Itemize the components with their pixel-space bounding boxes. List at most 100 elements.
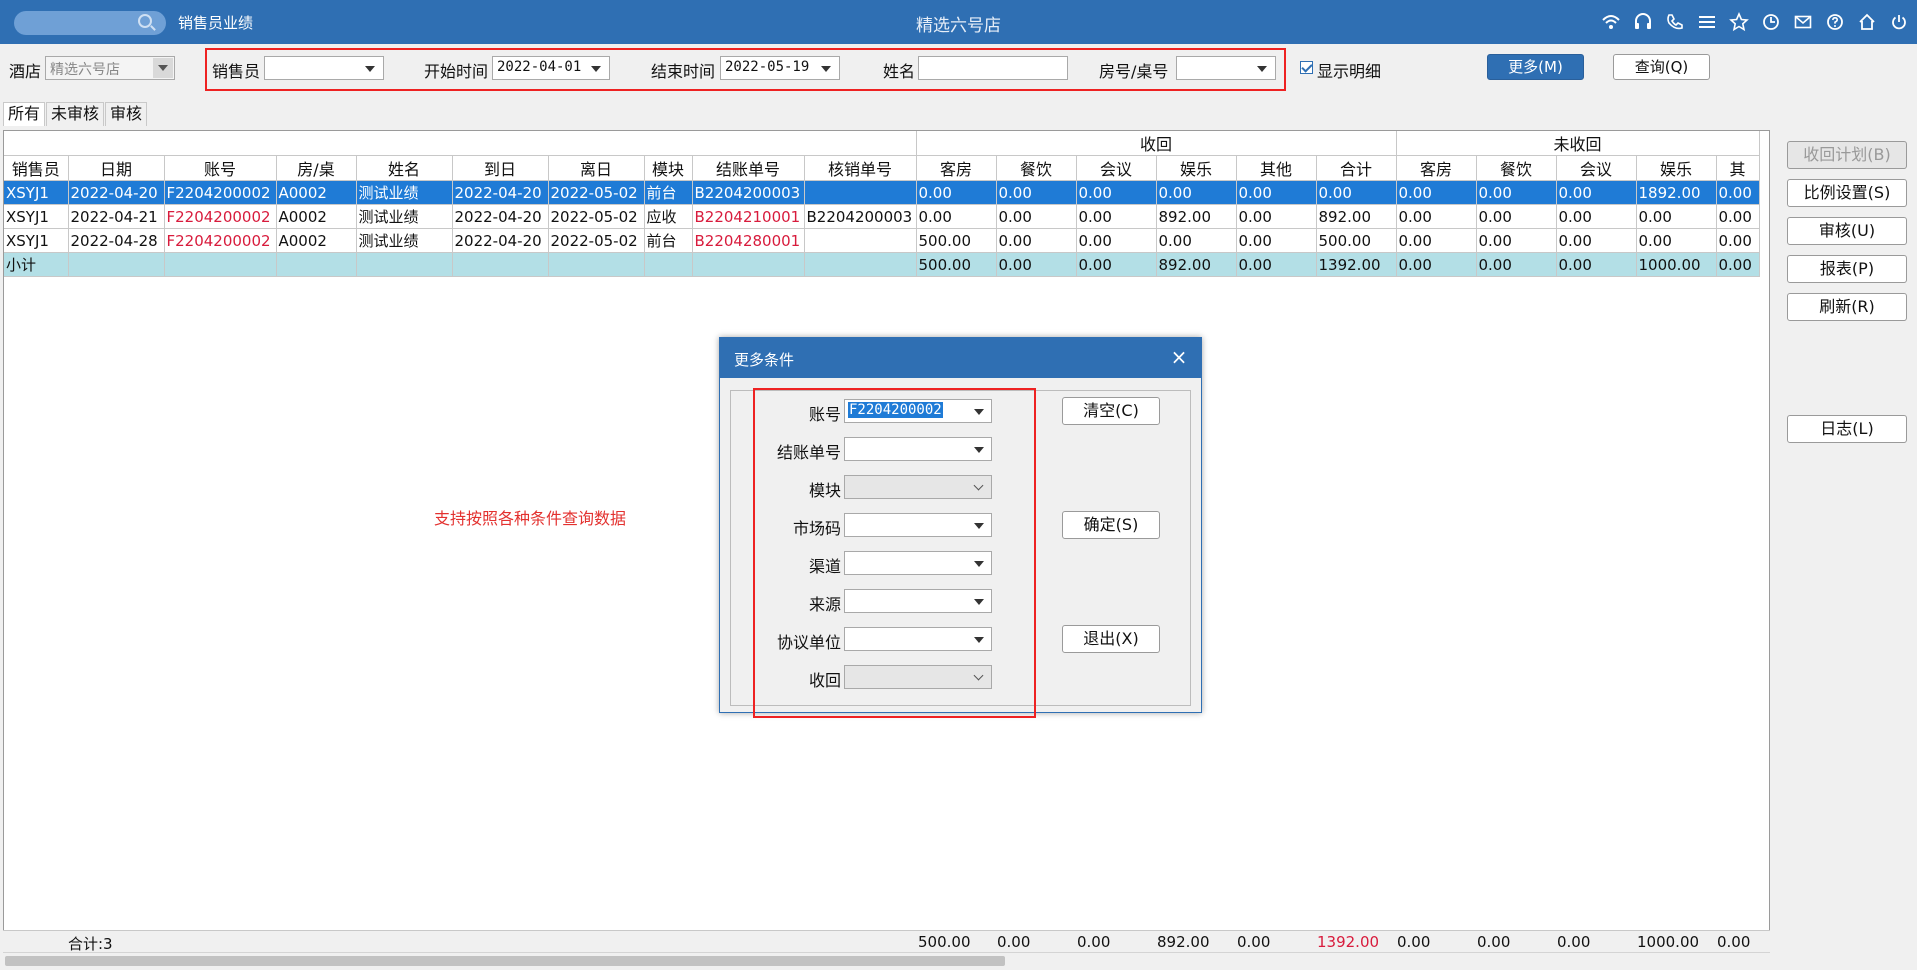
agreement-unit-select[interactable] <box>844 627 992 651</box>
table-cell: 测试业绩 <box>356 180 453 205</box>
name-input[interactable] <box>918 56 1068 80</box>
column-header[interactable]: 其 <box>1716 155 1760 181</box>
column-header[interactable]: 客房 <box>916 155 997 181</box>
help-icon[interactable] <box>1823 10 1847 34</box>
table-row[interactable]: XSYJ1 2022-04-28 F2204200002 A0002 测试业绩 2022-… <box>4 228 1760 253</box>
more-button[interactable]: 更多(M) <box>1487 54 1584 80</box>
clear-button[interactable]: 清空(C) <box>1062 397 1160 425</box>
table-cell: 0.00 <box>996 228 1077 253</box>
start-date-picker[interactable]: 2022-04-01 <box>492 56 610 80</box>
table-cell: 0.00 <box>1476 180 1557 205</box>
table-cell: 测试业绩 <box>356 204 453 229</box>
total-value: 1000.00 <box>1637 933 1700 951</box>
column-header[interactable]: 到日 <box>452 155 549 181</box>
tab-audited[interactable]: 审核 <box>105 102 148 126</box>
horizontal-scrollbar[interactable] <box>3 952 1770 968</box>
table-cell: 500.00 <box>916 252 997 277</box>
exit-button[interactable]: 退出(X) <box>1062 625 1160 653</box>
table-cell: 2022-04-20 <box>68 180 165 205</box>
subtotal-row[interactable]: 小计 500.00 0.00 0.00 892.00 0.00 1392.00 0.00 0.0… <box>4 252 1760 277</box>
home-icon[interactable] <box>1855 10 1879 34</box>
chevron-down-icon[interactable] <box>153 58 173 78</box>
table-cell: 0.00 <box>1556 252 1637 277</box>
column-header[interactable]: 销售员 <box>4 155 69 181</box>
column-header[interactable]: 餐饮 <box>996 155 1077 181</box>
table-cell: 0.00 <box>1396 228 1477 253</box>
column-header[interactable]: 娱乐 <box>1156 155 1237 181</box>
filter-bar: 酒店 精选六号店 销售员 开始时间 2022-04-01 结束时间 2022-0… <box>0 44 1917 92</box>
column-header[interactable]: 客房 <box>1396 155 1477 181</box>
recovery-plan-button[interactable]: 收回计划(B) <box>1787 141 1907 169</box>
show-detail-checkbox[interactable] <box>1300 61 1313 74</box>
table-row[interactable]: XSYJ1 2022-04-20 F2204200002 A0002 测试业绩 2022-… <box>4 180 1760 205</box>
audit-button[interactable]: 审核(U) <box>1787 217 1907 245</box>
table-cell: 前台 <box>644 180 693 205</box>
star-icon[interactable] <box>1727 10 1751 34</box>
table-cell: 2022-04-20 <box>452 204 549 229</box>
table-cell: 前台 <box>644 228 693 253</box>
column-header[interactable]: 其他 <box>1236 155 1317 181</box>
hotel-select[interactable]: 精选六号店 <box>45 56 175 80</box>
dialog-header: 更多条件 × <box>720 338 1201 378</box>
end-date-picker[interactable]: 2022-05-19 <box>720 56 840 80</box>
total-count: 合计:3 <box>68 935 113 953</box>
wifi-icon[interactable] <box>1599 10 1623 34</box>
table-cell: 500.00 <box>916 228 997 253</box>
tab-all[interactable]: 所有 <box>3 102 46 126</box>
account-select[interactable]: F2204200002 <box>844 399 992 423</box>
table-cell: 892.00 <box>1316 204 1397 229</box>
group-header-recovered: 收回 <box>916 131 1397 156</box>
source-select[interactable] <box>844 589 992 613</box>
column-header[interactable]: 餐饮 <box>1476 155 1557 181</box>
recovered-select[interactable] <box>844 665 992 689</box>
refresh-button[interactable]: 刷新(R) <box>1787 293 1907 321</box>
checkout-no-select[interactable] <box>844 437 992 461</box>
table-cell: XSYJ1 <box>4 180 69 205</box>
column-header[interactable]: 合计 <box>1316 155 1397 181</box>
market-code-select[interactable] <box>844 513 992 537</box>
table-cell: F2204200002 <box>164 204 277 229</box>
column-header[interactable]: 会议 <box>1556 155 1637 181</box>
column-header[interactable]: 会议 <box>1076 155 1157 181</box>
table-cell: 0.00 <box>1556 228 1637 253</box>
table-cell <box>548 252 645 277</box>
table-cell: 0.00 <box>1236 228 1317 253</box>
report-button[interactable]: 报表(P) <box>1787 255 1907 283</box>
column-header[interactable]: 核销单号 <box>804 155 917 181</box>
clock-icon[interactable] <box>1759 10 1783 34</box>
global-search-input[interactable] <box>14 11 166 35</box>
table-cell: 0.00 <box>916 180 997 205</box>
query-button[interactable]: 查询(Q) <box>1613 54 1710 80</box>
column-header[interactable]: 日期 <box>68 155 165 181</box>
column-header[interactable]: 娱乐 <box>1636 155 1717 181</box>
confirm-button[interactable]: 确定(S) <box>1062 511 1160 539</box>
tab-unaudited[interactable]: 未审核 <box>46 102 105 126</box>
headset-icon[interactable] <box>1631 10 1655 34</box>
power-icon[interactable] <box>1887 10 1911 34</box>
menu-icon[interactable] <box>1695 10 1719 34</box>
salesperson-select[interactable] <box>264 56 384 80</box>
phone-icon[interactable] <box>1663 10 1687 34</box>
column-header[interactable]: 模块 <box>644 155 693 181</box>
column-header[interactable]: 账号 <box>164 155 277 181</box>
room-table-select[interactable] <box>1176 56 1276 80</box>
table-row[interactable]: XSYJ1 2022-04-21 F2204200002 A0002 测试业绩 2022-… <box>4 204 1760 229</box>
module-select[interactable] <box>844 475 992 499</box>
mail-icon[interactable] <box>1791 10 1815 34</box>
column-header[interactable]: 房/桌 <box>276 155 357 181</box>
column-header[interactable]: 姓名 <box>356 155 453 181</box>
column-header[interactable]: 离日 <box>548 155 645 181</box>
close-icon[interactable]: × <box>1169 347 1189 367</box>
search-icon[interactable] <box>138 14 152 28</box>
table-cell: 0.00 <box>1476 204 1557 229</box>
channel-select[interactable] <box>844 551 992 575</box>
log-button[interactable]: 日志(L) <box>1787 415 1907 443</box>
scrollbar-thumb[interactable] <box>5 956 1005 966</box>
dialog-body: 账号 F2204200002 结账单号 模块 市场码 渠道 来源 协议单位 收回… <box>730 390 1191 706</box>
ratio-settings-button[interactable]: 比例设置(S) <box>1787 179 1907 207</box>
table-cell: 小计 <box>4 252 69 277</box>
table-cell: 0.00 <box>1156 228 1237 253</box>
table-cell: 0.00 <box>996 180 1077 205</box>
column-header[interactable]: 结账单号 <box>692 155 805 181</box>
account-value: F2204200002 <box>848 402 943 418</box>
